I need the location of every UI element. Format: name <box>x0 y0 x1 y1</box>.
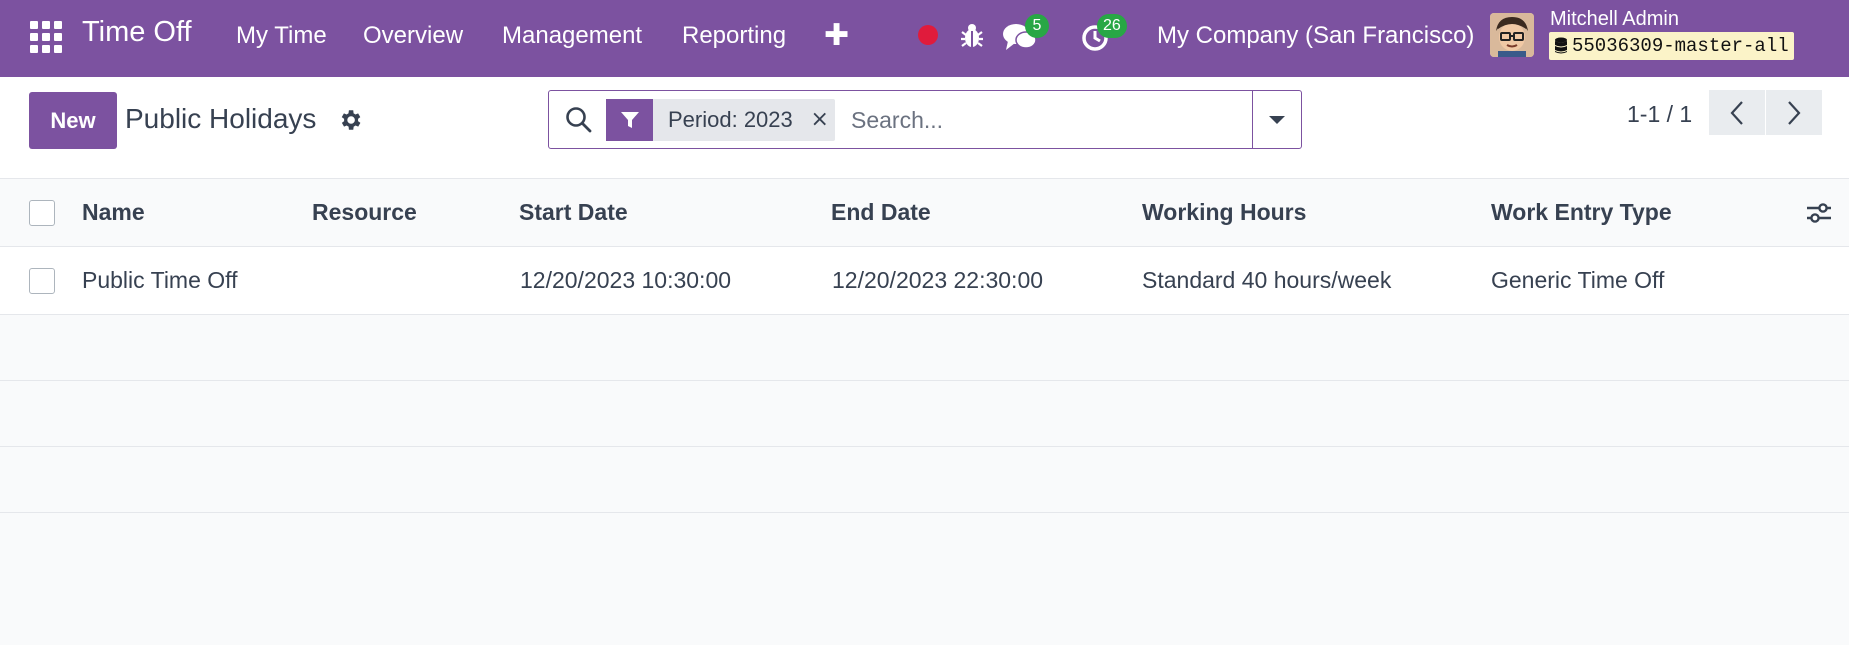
cell-start-date[interactable]: 12/20/2023 10:30:00 <box>520 247 731 314</box>
empty-row <box>0 381 1849 447</box>
cell-work-entry-type[interactable]: Generic Time Off <box>1491 247 1664 314</box>
user-name[interactable]: Mitchell Admin <box>1550 8 1679 31</box>
facet-remove-icon[interactable]: × <box>805 99 835 141</box>
app-title[interactable]: Time Off <box>82 16 192 49</box>
column-resource[interactable]: Resource <box>312 179 417 246</box>
database-badge: 55036309-master-all <box>1549 32 1794 60</box>
user-avatar-icon <box>1490 13 1534 57</box>
chevron-right-icon <box>1788 100 1801 125</box>
search-bar: Period: 2023 × <box>548 90 1302 149</box>
record-icon[interactable] <box>918 25 938 45</box>
control-panel: New Public Holidays Period: 2023 × 1-1 /… <box>0 77 1849 179</box>
page-title: Public Holidays <box>125 103 317 134</box>
cell-end-date[interactable]: 12/20/2023 22:30:00 <box>832 247 1043 314</box>
filter-icon <box>606 99 653 141</box>
column-start-date[interactable]: Start Date <box>519 179 628 246</box>
column-name[interactable]: Name <box>82 179 145 246</box>
search-facet: Period: 2023 × <box>606 99 835 141</box>
menu-reporting[interactable]: Reporting <box>682 22 786 50</box>
empty-row <box>0 315 1849 381</box>
row-checkbox[interactable] <box>29 267 55 294</box>
empty-row <box>0 447 1849 513</box>
pager-previous-button[interactable] <box>1709 90 1765 135</box>
table-header: Name Resource Start Date End Date Workin… <box>0 179 1849 247</box>
apps-menu-icon[interactable] <box>30 21 62 53</box>
database-icon <box>1555 37 1567 54</box>
column-end-date[interactable]: End Date <box>831 179 931 246</box>
top-navbar: Time Off My Time Overview Management Rep… <box>0 0 1849 77</box>
menu-my-time[interactable]: My Time <box>236 22 327 50</box>
column-working-hours[interactable]: Working Hours <box>1142 179 1306 246</box>
gear-icon[interactable] <box>337 107 363 133</box>
activities-button[interactable]: 26 <box>1080 14 1127 54</box>
table-row[interactable]: Public Time Off 12/20/2023 10:30:00 12/2… <box>0 247 1849 315</box>
pager-value[interactable]: 1-1 / 1 <box>1627 101 1692 128</box>
optional-columns-icon[interactable] <box>1805 199 1833 227</box>
facet-label: Period: 2023 <box>668 107 793 132</box>
company-switcher[interactable]: My Company (San Francisco) <box>1157 22 1474 50</box>
messages-button[interactable]: 5 <box>1002 14 1049 54</box>
messages-count-badge: 5 <box>1025 14 1049 38</box>
column-work-entry-type[interactable]: Work Entry Type <box>1491 179 1672 246</box>
bug-icon[interactable] <box>956 20 988 52</box>
select-all-checkbox[interactable] <box>29 199 55 226</box>
new-button[interactable]: New <box>29 92 117 149</box>
pager-next-button[interactable] <box>1766 90 1822 135</box>
chevron-left-icon <box>1730 100 1743 125</box>
search-input[interactable] <box>851 101 1231 139</box>
caret-down-icon <box>1269 115 1285 124</box>
avatar[interactable] <box>1490 13 1534 57</box>
menu-management[interactable]: Management <box>502 22 642 50</box>
search-options-toggle[interactable] <box>1252 91 1301 148</box>
search-icon[interactable] <box>564 105 594 135</box>
menu-overview[interactable]: Overview <box>363 22 463 50</box>
activities-count-badge: 26 <box>1097 14 1127 38</box>
database-name: 55036309-master-all <box>1572 35 1789 57</box>
plus-icon[interactable]: ✚ <box>824 18 849 53</box>
cell-name[interactable]: Public Time Off <box>82 247 238 314</box>
cell-working-hours[interactable]: Standard 40 hours/week <box>1142 247 1391 314</box>
